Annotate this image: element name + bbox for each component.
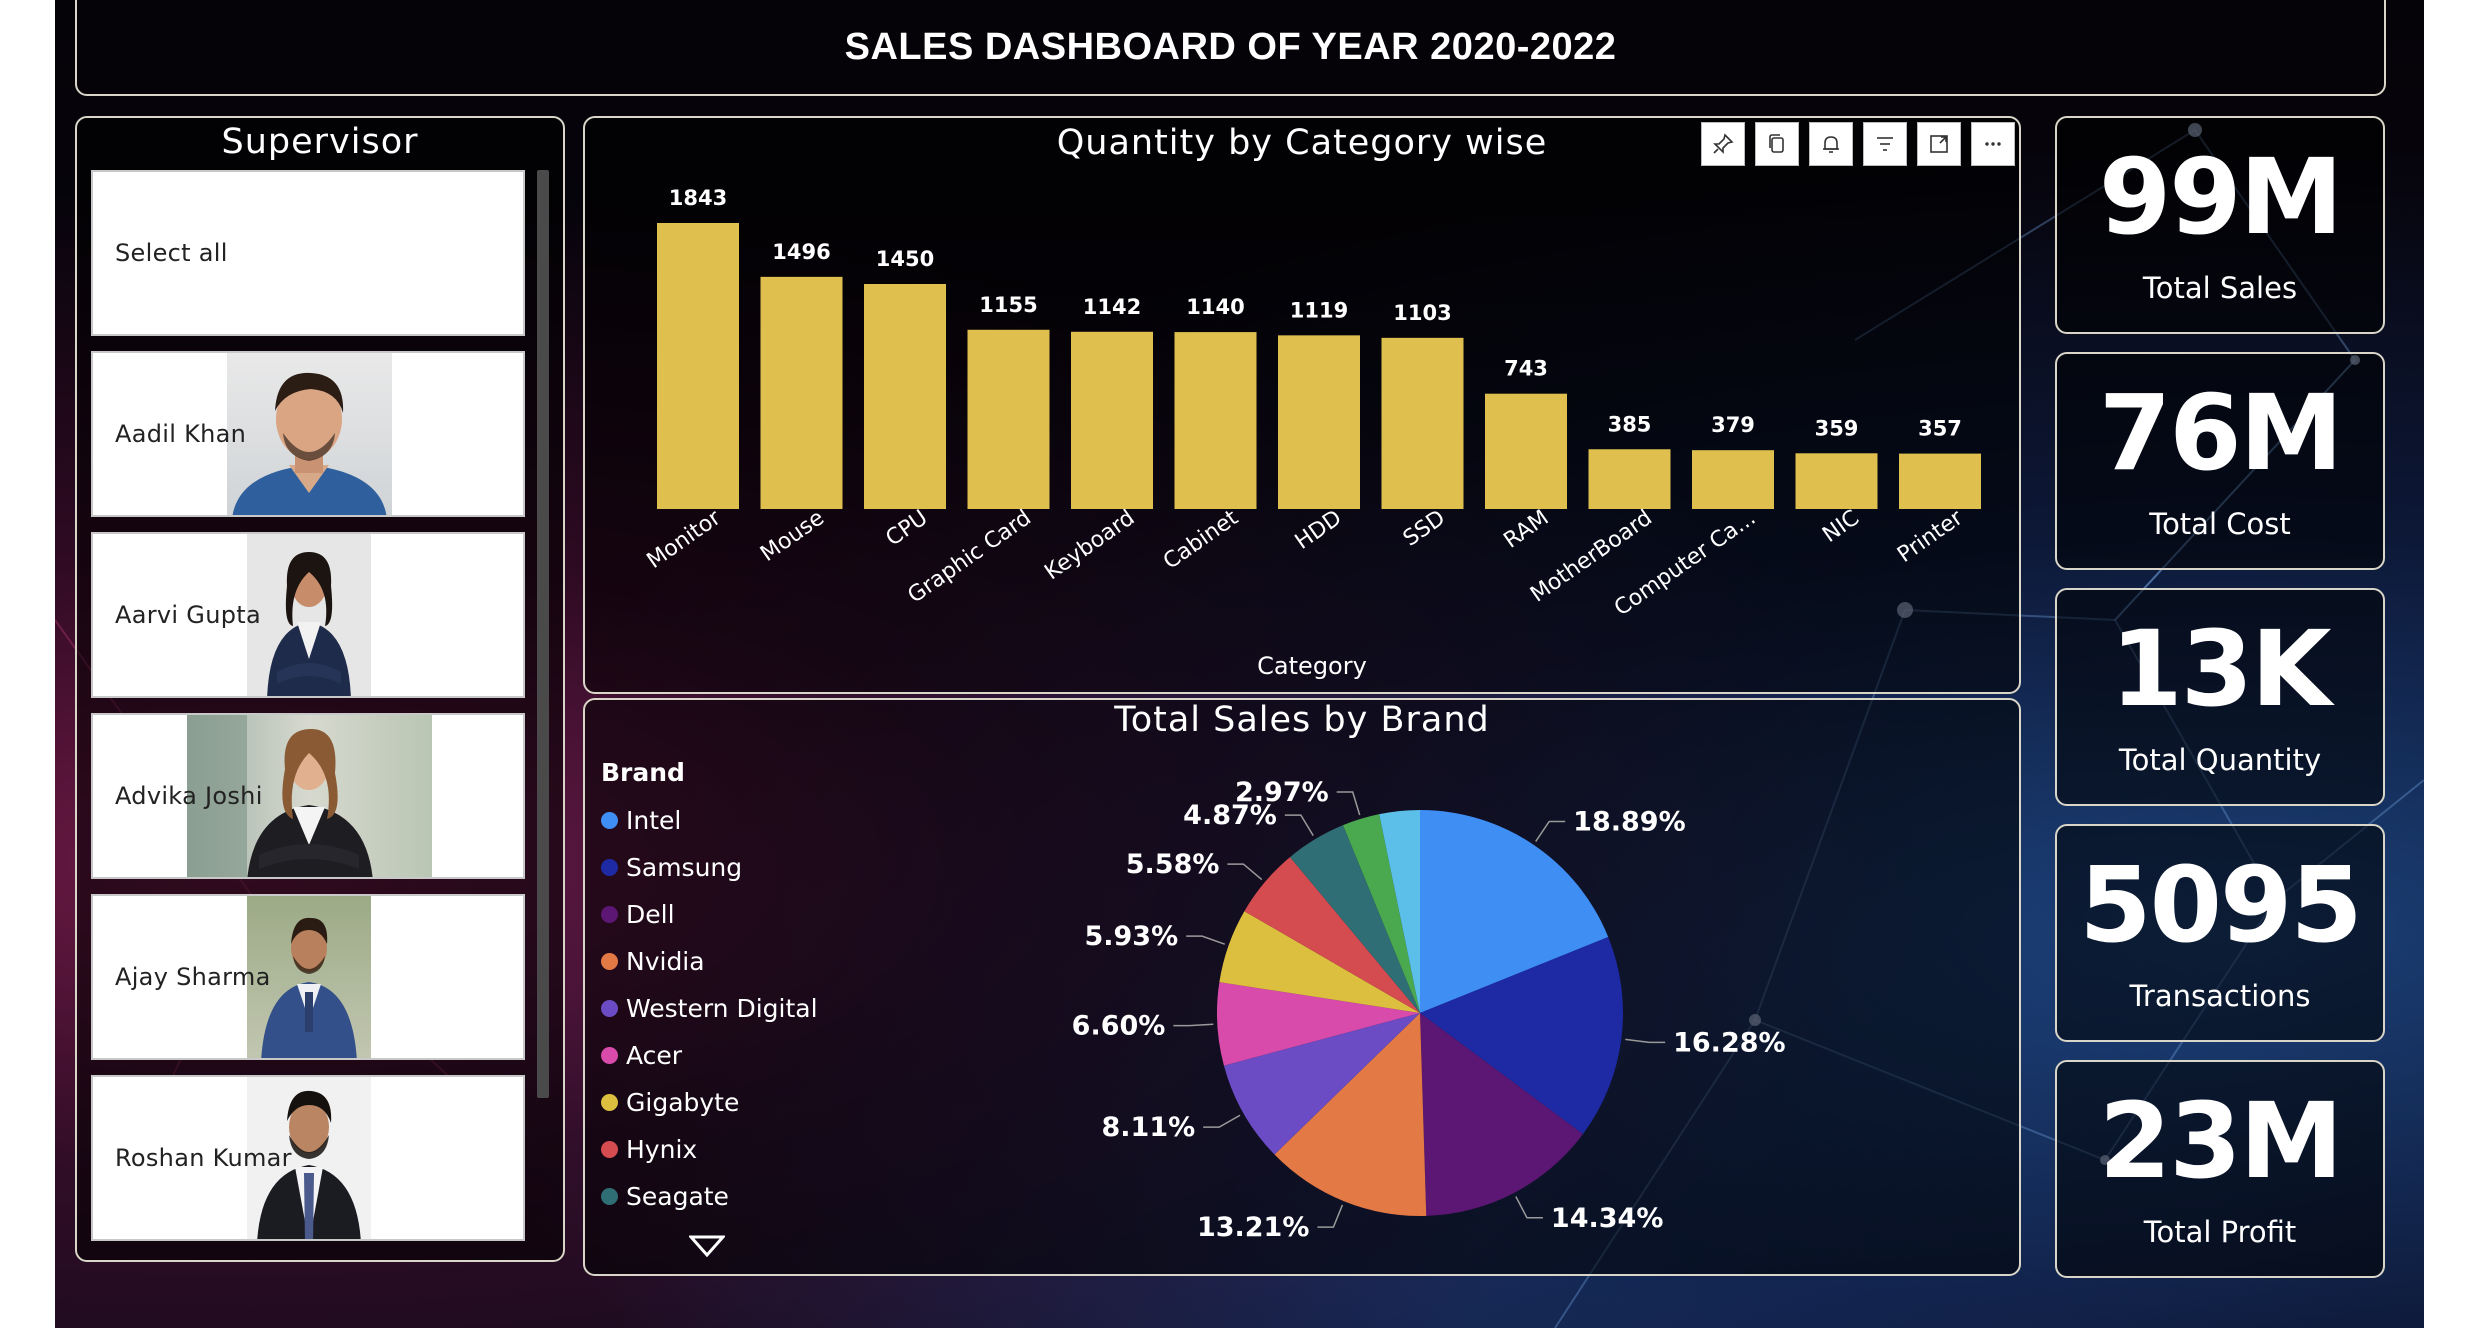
bar-data-label: 1496 [772, 240, 830, 264]
bar-chart-x-axis-title: Category [1257, 652, 1367, 680]
bar-data-label: 1843 [669, 186, 727, 210]
pie-leader-line [1317, 1204, 1344, 1228]
kpi-label: Total Profit [2143, 1215, 2297, 1249]
kpi-value: 13K [2110, 608, 2331, 730]
bar-data-label: 743 [1504, 357, 1548, 381]
quantity-by-category-chart: Quantity by Category wise Category 1843 … [583, 116, 2021, 694]
kpi-total-profit: 23M Total Profit [2055, 1060, 2385, 1278]
bar-data-label: 1142 [1083, 295, 1141, 319]
pie-leader-line [1186, 935, 1226, 945]
supervisor-item-roshan-kumar[interactable]: Roshan Kumar [91, 1075, 525, 1241]
supervisor-item-aarvi-gupta[interactable]: Aarvi Gupta [91, 532, 525, 698]
pie-data-label: 2.97% [1235, 777, 1329, 808]
pie-leader-line [1203, 1114, 1241, 1128]
bar-ram[interactable] [1485, 393, 1567, 509]
bar-data-label: 359 [1815, 416, 1859, 440]
x-tick-label: HDD [1291, 505, 1347, 554]
dashboard-title: SALES DASHBOARD OF YEAR 2020-2022 [844, 25, 1617, 68]
bar-ssd[interactable] [1381, 337, 1464, 509]
supervisor-slicer: Supervisor Select all Aadil Khan Aarvi G… [75, 116, 565, 1262]
x-tick-label: CPU [881, 505, 932, 551]
pie-leader-line [1284, 814, 1314, 837]
supervisor-title: Supervisor [221, 122, 419, 162]
pie-data-label: 16.28% [1673, 1027, 1785, 1058]
pie-data-label: 6.60% [1072, 1011, 1166, 1042]
kpi-total-sales: 99M Total Sales [2055, 116, 2385, 334]
kpi-label: Total Sales [2142, 271, 2298, 305]
x-tick-label: Keyboard [1040, 505, 1139, 585]
kpi-value: 76M [2098, 372, 2343, 494]
bar-cabinet[interactable] [1174, 332, 1257, 509]
bar-chart-plot: Category 1843 Monitor 1496 Mouse 1450 CPU 1155… [643, 186, 1981, 680]
bar-data-label: 1103 [1393, 301, 1451, 325]
x-tick-label: Cabinet [1159, 505, 1243, 574]
pie-data-label: 5.58% [1126, 849, 1220, 880]
x-tick-label: NIC [1818, 505, 1864, 547]
bar-data-label: 1155 [979, 293, 1037, 317]
pie-leader-line [1535, 820, 1566, 842]
kpi-value: 23M [2098, 1080, 2343, 1202]
bar-graphic-card[interactable] [967, 329, 1050, 509]
x-tick-label: Mouse [756, 505, 829, 566]
bar-data-label: 1119 [1290, 298, 1348, 322]
supervisor-scrollbar[interactable] [537, 170, 549, 1098]
bar-printer[interactable] [1899, 453, 1981, 509]
supervisor-item-label: Select all [115, 239, 228, 267]
bar-nic[interactable] [1795, 453, 1878, 509]
supervisor-item-ajay-sharma[interactable]: Ajay Sharma [91, 894, 525, 1060]
pie-chart-plot: 18.89% 16.28% 14.34% 13.21% 8.11% 6.60% 5.93% 5… [1072, 777, 1786, 1243]
bar-hdd[interactable] [1278, 335, 1360, 509]
pie-leader-line [1625, 1038, 1666, 1044]
pie-data-label: 13.21% [1197, 1212, 1309, 1243]
bar-mouse[interactable] [760, 276, 843, 509]
supervisor-item-label: Aarvi Gupta [115, 601, 261, 629]
supervisor-item-aadil-khan[interactable]: Aadil Khan [91, 351, 525, 517]
pie-data-label: 18.89% [1573, 806, 1685, 837]
x-tick-label: Printer [1893, 505, 1968, 568]
pie-leader-line [1227, 863, 1263, 881]
kpi-label: Total Cost [2149, 507, 2291, 541]
dashboard-canvas: SALES DASHBOARD OF YEAR 2020-2022 Superv… [55, 0, 2424, 1328]
avatar [247, 534, 371, 696]
kpi-label: Total Quantity [2118, 743, 2322, 777]
kpi-total-quantity: 13K Total Quantity [2055, 588, 2385, 806]
supervisor-item-select-all[interactable]: Select all [91, 170, 525, 336]
supervisor-item-label: Aadil Khan [115, 420, 247, 448]
kpi-value: 5095 [2079, 844, 2362, 966]
dashboard-header: SALES DASHBOARD OF YEAR 2020-2022 [75, 0, 2386, 96]
bar-cpu[interactable] [864, 283, 946, 509]
pie-leader-line [1336, 791, 1361, 816]
x-tick-label: SSD [1399, 505, 1450, 551]
bar-data-label: 1450 [876, 247, 934, 271]
bar-monitor[interactable] [657, 223, 739, 509]
pie-leader-line [1173, 1023, 1214, 1027]
bar-keyboard[interactable] [1071, 331, 1153, 509]
kpi-value: 99M [2098, 136, 2343, 258]
bar-computer-ca-[interactable] [1692, 450, 1774, 509]
bar-motherboard[interactable] [1588, 449, 1671, 509]
avatar [227, 353, 392, 515]
kpi-total-cost: 76M Total Cost [2055, 352, 2385, 570]
pie-leader-line [1515, 1196, 1543, 1219]
x-tick-label: Monitor [643, 505, 727, 574]
bar-data-label: 385 [1608, 412, 1652, 436]
pie-data-label: 8.11% [1101, 1112, 1195, 1143]
total-sales-by-brand-chart: Total Sales by Brand Brand Intel Samsung D… [583, 698, 2021, 1276]
bar-data-label: 1140 [1186, 295, 1244, 319]
pie-data-label: 14.34% [1551, 1203, 1663, 1234]
kpi-transactions: 5095 Transactions [2055, 824, 2385, 1042]
bar-data-label: 379 [1711, 413, 1755, 437]
bar-data-label: 357 [1918, 417, 1962, 441]
supervisor-item-label: Roshan Kumar [115, 1144, 292, 1172]
pie-data-label: 5.93% [1084, 921, 1178, 952]
supervisor-item-label: Ajay Sharma [115, 963, 271, 991]
supervisor-item-advika-joshi[interactable]: Advika Joshi [91, 713, 525, 879]
supervisor-item-label: Advika Joshi [115, 782, 263, 810]
x-tick-label: RAM [1499, 505, 1553, 553]
kpi-label: Transactions [2129, 979, 2311, 1013]
